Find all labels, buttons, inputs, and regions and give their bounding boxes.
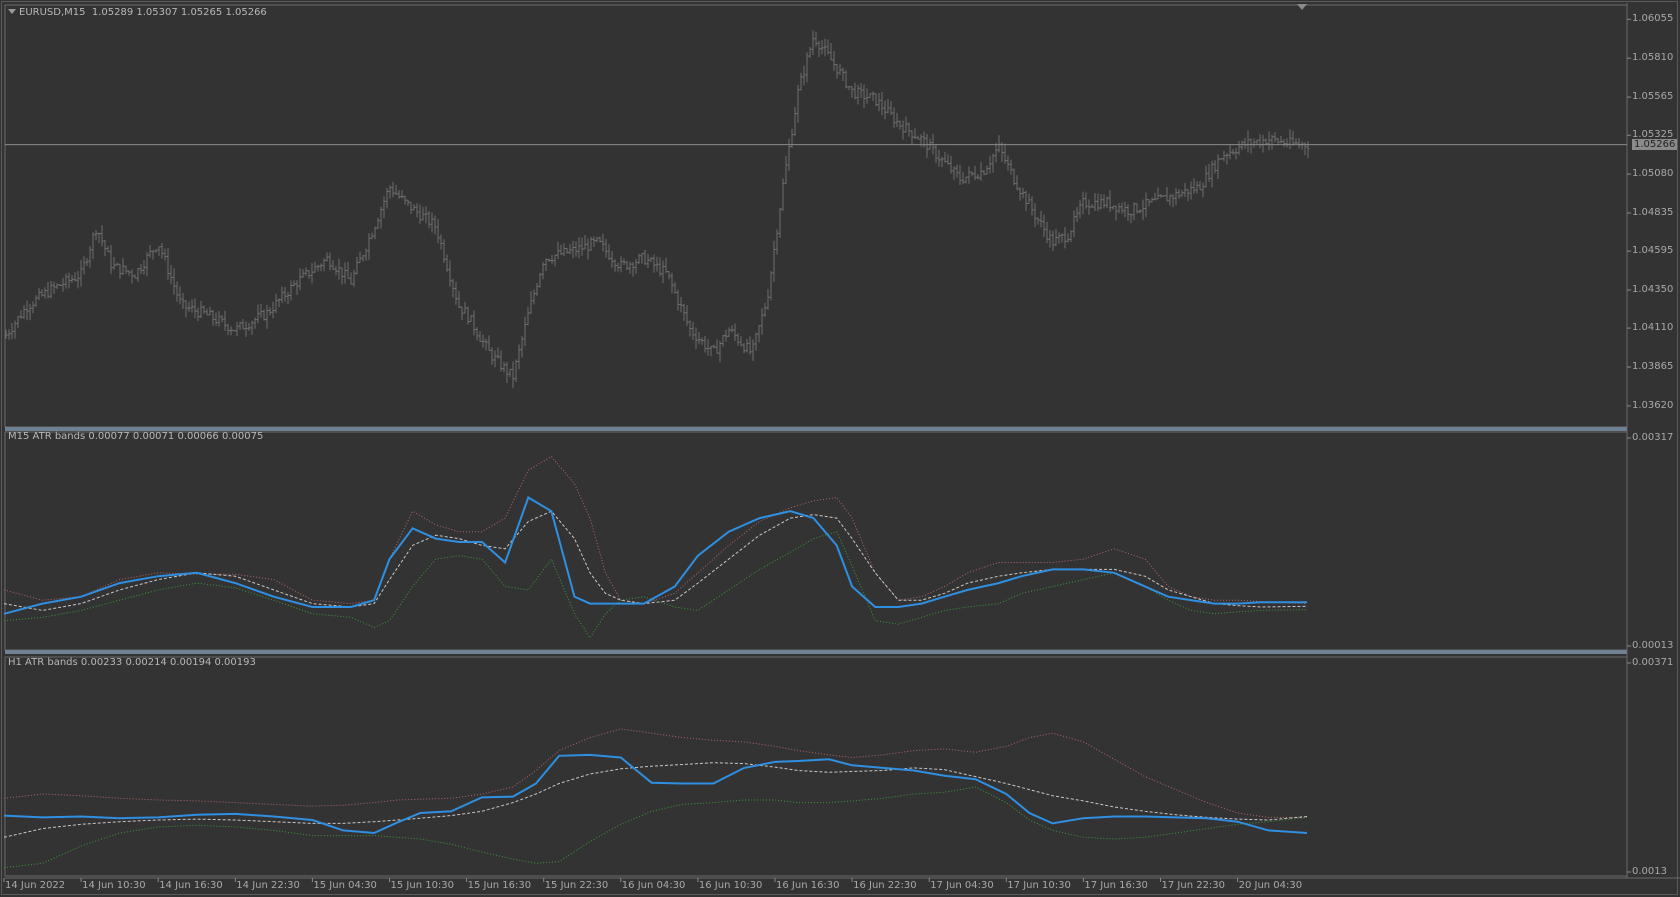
- time-tick-label: 17 Jun 04:30: [930, 880, 994, 891]
- time-tick-label: 16 Jun 16:30: [776, 880, 840, 891]
- m15-pane-title: M15 ATR bands 0.00077 0.00071 0.00066 0.…: [8, 431, 264, 442]
- time-tick-label: 14 Jun 2022: [5, 880, 66, 891]
- time-tick-label: 17 Jun 10:30: [1007, 880, 1071, 891]
- symbol-title: EURUSD,M15: [19, 7, 86, 18]
- triangle-down-icon[interactable]: [8, 9, 16, 14]
- time-tick-label: 14 Jun 22:30: [236, 880, 300, 891]
- price-tick-label: 1.04835: [1632, 207, 1674, 218]
- time-tick-label: 16 Jun 22:30: [853, 880, 917, 891]
- price-tick-label: 1.06055: [1632, 13, 1674, 25]
- current-price-tag: 1.05266: [1632, 138, 1678, 150]
- price-tick-label: 1.03865: [1632, 360, 1674, 372]
- price-tick-label: 1.05810: [1632, 52, 1674, 64]
- price-tick-label: 1.03620: [1632, 399, 1674, 411]
- main-pane-title: EURUSD,M15 1.05289 1.05307 1.05265 1.052…: [8, 7, 267, 19]
- price-tick-label: 1.04110: [1632, 322, 1674, 334]
- m15-tick-label: 0.00317: [1632, 432, 1674, 443]
- time-tick-label: 20 Jun 04:30: [1238, 880, 1303, 891]
- h1-atr-pane-title: H1 ATR bands 0.00233 0.00214 0.00194 0.0…: [8, 657, 256, 668]
- time-tick-label: 17 Jun 16:30: [1084, 880, 1148, 891]
- time-tick-label: 16 Jun 04:30: [621, 880, 686, 891]
- time-tick-label: 15 Jun 04:30: [313, 880, 377, 891]
- time-tick-label: 14 Jun 16:30: [159, 880, 223, 891]
- price-tick-label: 1.04595: [1632, 245, 1674, 257]
- time-tick-label: 14 Jun 10:30: [82, 880, 146, 891]
- time-tick-label: 15 Jun 22:30: [544, 880, 609, 891]
- time-tick-label: 16 Jun 10:30: [698, 880, 763, 891]
- price-tick-label: 1.05565: [1632, 91, 1674, 103]
- price-tick-label: 1.05080: [1632, 168, 1674, 180]
- ohlc-values: 1.05289 1.05307 1.05265 1.05266: [91, 7, 267, 18]
- chart-canvas: [0, 0, 1680, 897]
- price-tick-label: 1.04350: [1632, 283, 1674, 295]
- time-tick-label: 15 Jun 16:30: [467, 880, 532, 891]
- time-tick-label: 17 Jun 22:30: [1161, 880, 1226, 891]
- h1-tick-label: 0.00371: [1632, 657, 1674, 668]
- time-tick-label: 15 Jun 10:30: [390, 880, 455, 891]
- m15-tick-label: 0.00013: [1632, 640, 1674, 651]
- h1-tick-label: 0.0013: [1632, 866, 1667, 877]
- pane-separator: [5, 650, 1627, 654]
